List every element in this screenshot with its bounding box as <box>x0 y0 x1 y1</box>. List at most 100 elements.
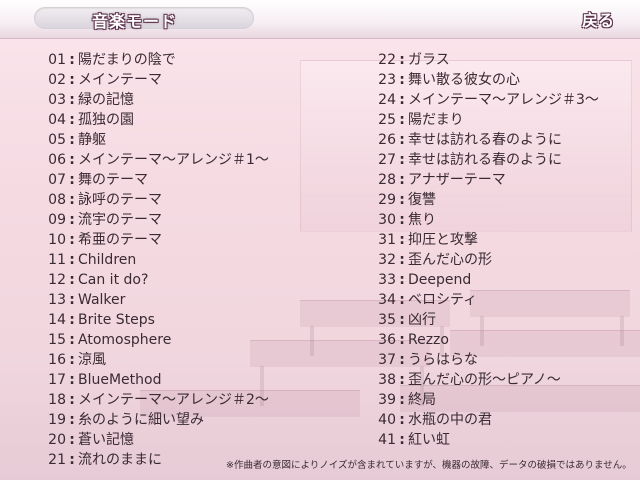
track-separator: : <box>69 112 75 128</box>
track-title: 復讐 <box>408 192 436 208</box>
track-item[interactable]: 38: 歪んだ心の形〜ピアノ〜 <box>366 370 599 390</box>
track-separator: : <box>69 412 75 428</box>
track-title: ガラス <box>408 52 450 68</box>
track-title: 流宇のテーマ <box>78 212 162 228</box>
track-number: 08 <box>48 192 66 208</box>
track-item[interactable]: 15: Atomosphere <box>36 330 269 350</box>
track-title: 舞のテーマ <box>78 172 148 188</box>
track-item[interactable]: 02: メインテーマ <box>36 70 269 90</box>
track-item[interactable]: 12: Can it do? <box>36 270 269 290</box>
track-item[interactable]: 39: 終局 <box>366 390 599 410</box>
track-separator: : <box>69 272 75 288</box>
track-number: 34 <box>378 292 396 308</box>
track-item[interactable]: 16: 涼風 <box>36 350 269 370</box>
track-item[interactable]: 22: ガラス <box>366 50 599 70</box>
track-item[interactable]: 33: Deepend <box>366 270 599 290</box>
track-item[interactable]: 35: 凶行 <box>366 310 599 330</box>
track-separator: : <box>399 352 405 368</box>
track-item[interactable]: 26: 幸せは訪れる春のように <box>366 130 599 150</box>
track-number: 25 <box>378 112 396 128</box>
track-item[interactable]: 28: アナザーテーマ <box>366 170 599 190</box>
track-item[interactable]: 34: ベロシティ <box>366 290 599 310</box>
track-separator: : <box>69 452 75 468</box>
track-separator: : <box>399 52 405 68</box>
track-item[interactable]: 04: 孤独の園 <box>36 110 269 130</box>
track-item[interactable]: 05: 静躯 <box>36 130 269 150</box>
track-title: 静躯 <box>78 132 106 148</box>
track-separator: : <box>399 132 405 148</box>
track-item[interactable]: 24: メインテーマ〜アレンジ＃3〜 <box>366 90 599 110</box>
back-button[interactable]: 戻る <box>570 5 626 33</box>
track-item[interactable]: 08: 詠呼のテーマ <box>36 190 269 210</box>
track-item[interactable]: 10: 希亜のテーマ <box>36 230 269 250</box>
track-item[interactable]: 11: Children <box>36 250 269 270</box>
track-number: 03 <box>48 92 66 108</box>
track-item[interactable]: 06: メインテーマ〜アレンジ＃1〜 <box>36 150 269 170</box>
track-item[interactable]: 31: 抑圧と攻撃 <box>366 230 599 250</box>
track-separator: : <box>399 412 405 428</box>
track-separator: : <box>399 232 405 248</box>
track-number: 11 <box>48 252 66 268</box>
track-separator: : <box>399 332 405 348</box>
track-item[interactable]: 41: 紅い虹 <box>366 430 599 450</box>
track-item[interactable]: 13: Walker <box>36 290 269 310</box>
track-title: 陽だまり <box>408 112 464 128</box>
track-title: 幸せは訪れる春のように <box>408 132 562 148</box>
track-item[interactable]: 03: 緑の記憶 <box>36 90 269 110</box>
track-title: Brite Steps <box>78 312 155 328</box>
track-title: 流れのままに <box>78 452 162 468</box>
track-separator: : <box>69 432 75 448</box>
track-item[interactable]: 23: 舞い散る彼女の心 <box>366 70 599 90</box>
track-number: 15 <box>48 332 66 348</box>
track-item[interactable]: 32: 歪んだ心の形 <box>366 250 599 270</box>
track-item[interactable]: 40: 水瓶の中の君 <box>366 410 599 430</box>
track-separator: : <box>399 152 405 168</box>
track-separator: : <box>69 132 75 148</box>
track-separator: : <box>69 52 75 68</box>
track-separator: : <box>69 252 75 268</box>
track-item[interactable]: 29: 復讐 <box>366 190 599 210</box>
track-separator: : <box>69 312 75 328</box>
page-title: 音楽モード <box>92 12 178 31</box>
track-separator: : <box>399 272 405 288</box>
track-item[interactable]: 25: 陽だまり <box>366 110 599 130</box>
track-title: アナザーテーマ <box>408 172 506 188</box>
track-item[interactable]: 37: うらはらな <box>366 350 599 370</box>
track-item[interactable]: 09: 流宇のテーマ <box>36 210 269 230</box>
track-title: Rezzo <box>408 332 449 348</box>
track-number: 09 <box>48 212 66 228</box>
track-title: Children <box>78 252 137 268</box>
track-title: BlueMethod <box>78 372 162 388</box>
track-number: 02 <box>48 72 66 88</box>
track-title: 凶行 <box>408 312 436 328</box>
track-number: 05 <box>48 132 66 148</box>
track-separator: : <box>69 232 75 248</box>
track-item[interactable]: 18: メインテーマ〜アレンジ＃2〜 <box>36 390 269 410</box>
track-item[interactable]: 27: 幸せは訪れる春のように <box>366 150 599 170</box>
track-separator: : <box>69 332 75 348</box>
track-number: 21 <box>48 452 66 468</box>
track-number: 14 <box>48 312 66 328</box>
track-number: 33 <box>378 272 396 288</box>
track-item[interactable]: 01: 陽だまりの陰で <box>36 50 269 70</box>
desk-leg-shape <box>620 316 624 346</box>
track-item[interactable]: 07: 舞のテーマ <box>36 170 269 190</box>
track-item[interactable]: 30: 焦り <box>366 210 599 230</box>
track-item[interactable]: 14: Brite Steps <box>36 310 269 330</box>
track-item[interactable]: 19: 糸のように細い望み <box>36 410 269 430</box>
track-separator: : <box>69 212 75 228</box>
track-number: 04 <box>48 112 66 128</box>
track-title: 涼風 <box>78 352 106 368</box>
track-item[interactable]: 17: BlueMethod <box>36 370 269 390</box>
track-number: 01 <box>48 52 66 68</box>
footer-notice: ※作曲者の意図によりノイズが含まれていますが、機器の故障、データの破損ではありま… <box>226 460 632 471</box>
track-title: ベロシティ <box>408 292 478 308</box>
track-number: 20 <box>48 432 66 448</box>
track-item[interactable]: 20: 蒼い記憶 <box>36 430 269 450</box>
track-title: 舞い散る彼女の心 <box>408 72 520 88</box>
track-title: Deepend <box>408 272 472 288</box>
track-title: 蒼い記憶 <box>78 432 134 448</box>
track-title: 抑圧と攻撃 <box>408 232 478 248</box>
track-separator: : <box>399 112 405 128</box>
track-item[interactable]: 36: Rezzo <box>366 330 599 350</box>
